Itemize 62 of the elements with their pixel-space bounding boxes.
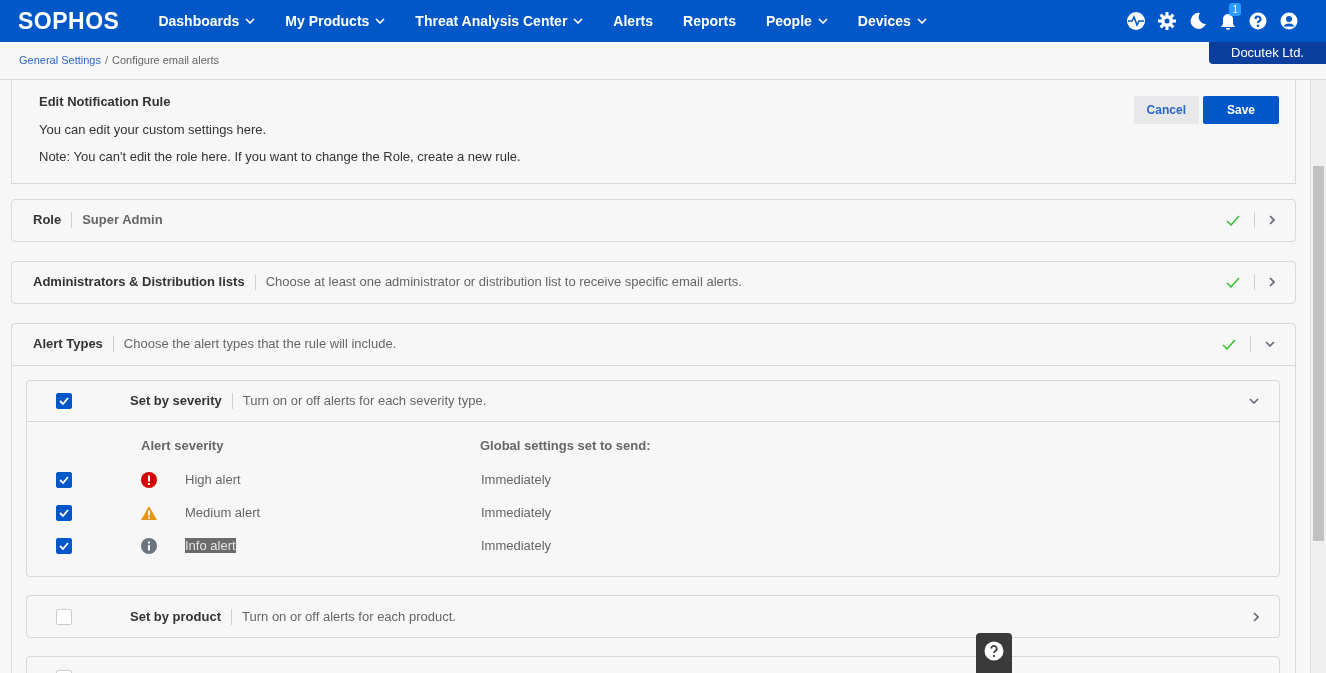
section-title: Alert Types [33, 335, 103, 354]
bell-icon[interactable] [1220, 12, 1236, 31]
checkmark-icon [59, 508, 69, 517]
checkbox[interactable] [56, 392, 72, 409]
breadcrumb-current: Configure email alerts [112, 53, 219, 69]
breadcrumb-link[interactable]: General Settings [19, 52, 101, 69]
option-title: Set by product [130, 607, 221, 626]
chevron-right-icon[interactable] [1253, 611, 1259, 622]
severity-label: Medium alert [185, 504, 261, 520]
breadcrumb-separator: / [104, 53, 108, 69]
column-header: Alert severity [141, 436, 225, 455]
panel-title: Edit Notification Rule [39, 93, 172, 111]
tenant-label: Docutek Ltd. [1209, 42, 1326, 64]
checkbox[interactable] [56, 471, 72, 488]
checkbox[interactable] [56, 504, 72, 521]
section-description: Choose the alert types that the rule will include. [123, 335, 397, 354]
brand-logo[interactable]: SOPHOS [18, 3, 120, 39]
scrollbar-thumb[interactable] [1313, 166, 1324, 541]
pulse-icon[interactable] [1127, 12, 1145, 30]
section-value: Super Admin [82, 211, 163, 230]
nav-menu[interactable]: Dashboards [158, 10, 256, 32]
chevron-right-icon[interactable] [1269, 215, 1275, 225]
settings-icon[interactable] [1158, 12, 1176, 30]
checkmark-icon [59, 475, 69, 484]
severity-label: Info alert [185, 537, 236, 553]
section-title: Administrators & Distribution lists [33, 273, 245, 292]
error-icon [141, 471, 157, 488]
severity-label: High alert [185, 471, 241, 487]
save-button[interactable]: Save [1202, 96, 1279, 124]
nav-menu[interactable]: Alerts [613, 10, 654, 32]
help-icon[interactable] [1249, 12, 1267, 30]
nav-menu[interactable]: Reports [683, 10, 736, 32]
column-header: Global settings set to send: [480, 436, 651, 455]
option-description: Turn on or off alerts for each product. [242, 607, 456, 626]
note-text: Note: You can't edit the role here. If you want to change the Role, create a new rule. [39, 148, 522, 166]
nav-menu[interactable]: My Products [285, 10, 386, 32]
checkbox[interactable] [56, 537, 72, 554]
nav-menu[interactable]: Threat Analysis Center [415, 10, 584, 32]
chevron-down-icon[interactable] [1265, 341, 1275, 347]
send-setting: Immediately [481, 536, 552, 555]
option-title: Set by severity [130, 391, 222, 410]
user-avatar-icon[interactable] [1280, 12, 1298, 30]
nav-menu[interactable]: People [765, 10, 828, 32]
chevron-right-icon[interactable] [1269, 277, 1275, 287]
cancel-button[interactable]: Cancel [1133, 96, 1199, 124]
warning-icon [141, 504, 157, 521]
send-setting: Immediately [481, 470, 552, 489]
description-text: You can edit your custom settings here. [39, 120, 268, 139]
moon-icon[interactable] [1189, 12, 1207, 30]
section-description: Choose at least one administrator or distribution list to receive specific email alerts. [265, 273, 742, 292]
help-icon [984, 641, 1004, 661]
scrollbar[interactable] [1310, 80, 1326, 673]
checkmark-icon [59, 396, 69, 405]
checkmark-icon [59, 541, 69, 550]
nav-menu[interactable]: Devices [857, 10, 927, 32]
send-setting: Immediately [481, 503, 552, 522]
notification-badge: 1 [1229, 3, 1241, 17]
chevron-down-icon[interactable] [1249, 397, 1259, 404]
info-icon [141, 537, 157, 554]
help-button[interactable] [976, 633, 1012, 673]
section-title: Role [33, 211, 62, 230]
option-description: Turn on or off alerts for each severity type. [242, 391, 487, 410]
